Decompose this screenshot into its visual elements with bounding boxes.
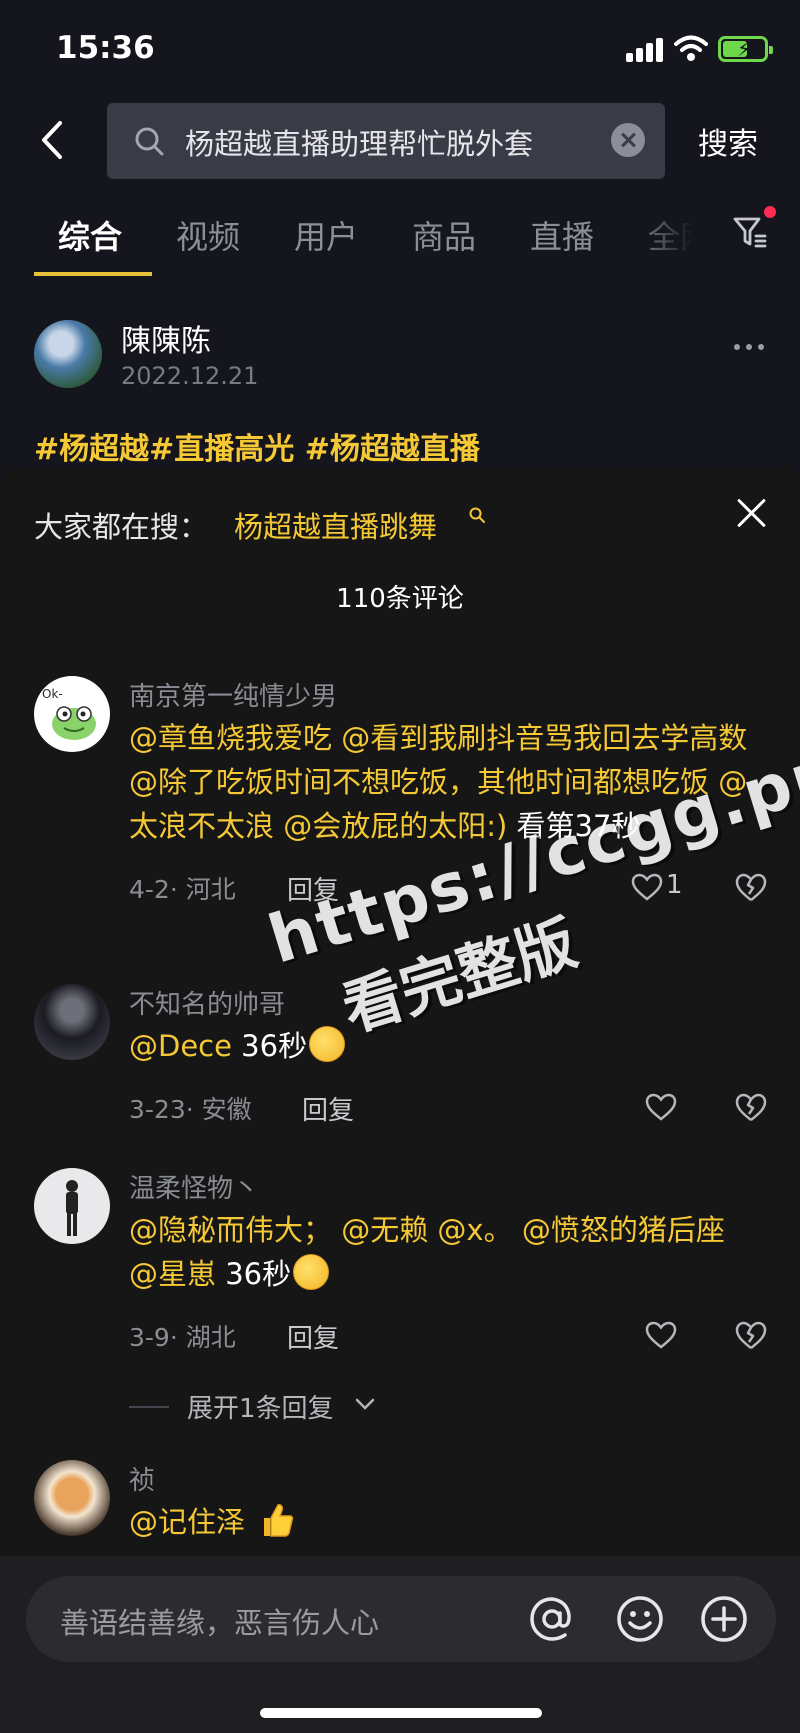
tab-users[interactable]: 用户: [294, 212, 358, 258]
avatar[interactable]: [34, 984, 110, 1060]
comments-sheet: 大家都在搜： 杨超越直播跳舞 110条评论 Ok- 南京第一纯情少男 @章鱼烧我…: [0, 466, 800, 1733]
comment-date-location: 4-2· 河北: [129, 875, 236, 904]
divider: [129, 1406, 169, 1408]
chevron-down-icon: [355, 1398, 375, 1410]
comment-body: [245, 1505, 254, 1539]
emoji-icon: [309, 1026, 346, 1062]
comment-body: 看第37秒: [507, 809, 641, 843]
post-author-avatar[interactable]: [34, 320, 102, 388]
mention-icon[interactable]: [526, 1593, 578, 1645]
home-indicator[interactable]: [260, 1708, 542, 1718]
like-icon[interactable]: [644, 1092, 678, 1122]
comment-input[interactable]: 善语结善缘，恶言伤人心: [26, 1576, 776, 1662]
avatar[interactable]: [34, 1460, 110, 1536]
avatar[interactable]: Ok-: [34, 676, 110, 752]
trending-label: 大家都在搜：: [34, 510, 209, 544]
clear-search-button[interactable]: [611, 123, 645, 157]
search-button[interactable]: 搜索: [698, 119, 758, 163]
post-date: 2022.12.21: [121, 362, 259, 390]
comment-text: @记住泽: [129, 1500, 759, 1544]
svg-text:Ok-: Ok-: [42, 687, 63, 701]
search-input[interactable]: 杨超越直播助理帮忙脱外套: [107, 103, 665, 179]
comment-author[interactable]: 祯: [129, 1460, 155, 1497]
notification-dot: [764, 206, 776, 218]
avatar[interactable]: [34, 1168, 110, 1244]
battery-icon: ⚡: [718, 36, 773, 62]
like-icon[interactable]: [644, 1320, 678, 1350]
comment-author[interactable]: 南京第一纯情少男: [129, 676, 337, 713]
comment-text: @章鱼烧我爱吃 @看到我刷抖音骂我回去学高数 @除了吃饭时间不想吃饭，其他时间都…: [129, 716, 759, 848]
reply-button[interactable]: 回复: [287, 1318, 339, 1355]
signal-icon: [626, 38, 664, 62]
post-hashtags[interactable]: #杨超越#直播高光 #杨超越直播: [34, 424, 480, 468]
emoji-icon[interactable]: [614, 1593, 666, 1645]
tab-videos[interactable]: 视频: [176, 212, 240, 258]
post-author-name[interactable]: 陳陳陈: [121, 316, 211, 360]
active-tab-indicator: [34, 272, 152, 276]
like-icon[interactable]: [630, 872, 664, 902]
comment-count: 110条评论: [336, 584, 464, 614]
tab-products[interactable]: 商品: [412, 212, 476, 258]
comment-mentions[interactable]: @Dece: [129, 1029, 232, 1063]
more-options-button[interactable]: [734, 336, 764, 356]
wifi-icon: [674, 35, 708, 61]
comment-author[interactable]: 温柔怪物丶: [129, 1168, 259, 1205]
comment-input-bar: 善语结善缘，恶言伤人心: [0, 1556, 800, 1733]
comment-body: 36秒: [216, 1257, 292, 1291]
comment-input-placeholder: 善语结善缘，恶言伤人心: [60, 1606, 380, 1640]
comment-date-location: 3-9· 湖北: [129, 1323, 236, 1352]
dislike-icon[interactable]: [734, 1320, 768, 1352]
status-time: 15:36: [56, 30, 155, 66]
comment-date-location: 3-23· 安徽: [129, 1095, 252, 1124]
tab-fade: [630, 205, 720, 265]
search-query: 杨超越直播助理帮忙脱外套: [185, 127, 534, 161]
close-icon[interactable]: [734, 496, 768, 530]
tab-live[interactable]: 直播: [530, 212, 594, 258]
back-button[interactable]: [30, 115, 80, 165]
comment-mentions[interactable]: @记住泽: [129, 1505, 245, 1539]
status-bar: 15:36 ⚡: [0, 0, 800, 100]
reply-button[interactable]: 回复: [302, 1090, 354, 1127]
comment-author[interactable]: 不知名的帅哥: [129, 984, 285, 1021]
add-icon[interactable]: [698, 1593, 750, 1645]
dislike-icon[interactable]: [734, 1092, 768, 1124]
reply-button[interactable]: 回复: [287, 870, 339, 907]
expand-replies-label: 展开1条回复: [187, 1394, 334, 1424]
filter-icon[interactable]: [732, 214, 768, 250]
trending-search-link[interactable]: 杨超越直播跳舞: [234, 504, 437, 546]
thumbs-up-icon: [264, 1504, 294, 1537]
like-count: 1: [666, 870, 683, 900]
dislike-icon[interactable]: [734, 872, 768, 904]
comment-body: 36秒: [231, 1029, 308, 1063]
tab-comprehensive[interactable]: 综合: [58, 212, 122, 258]
comment-text: @Dece 36秒: [129, 1024, 759, 1068]
emoji-icon: [293, 1254, 330, 1290]
comment-text: @隐秘而伟大； @无赖 @x。 @愤怒的猪后座 @星崽 36秒: [129, 1208, 759, 1296]
comment-mentions[interactable]: @章鱼烧我爱吃 @看到我刷抖音骂我回去学高数 @除了吃饭时间不想吃饭，其他时间都…: [129, 721, 747, 843]
search-icon: [135, 127, 164, 156]
search-icon: [469, 507, 485, 523]
